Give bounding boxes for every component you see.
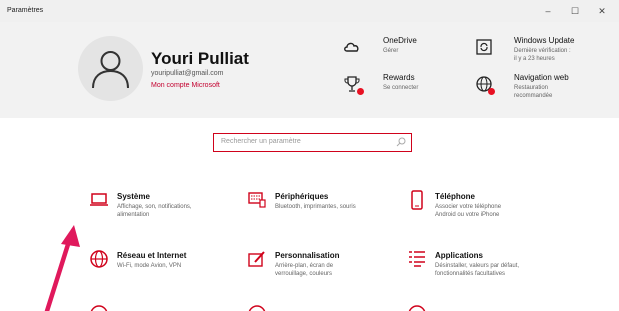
annotation-arrow — [44, 225, 80, 311]
